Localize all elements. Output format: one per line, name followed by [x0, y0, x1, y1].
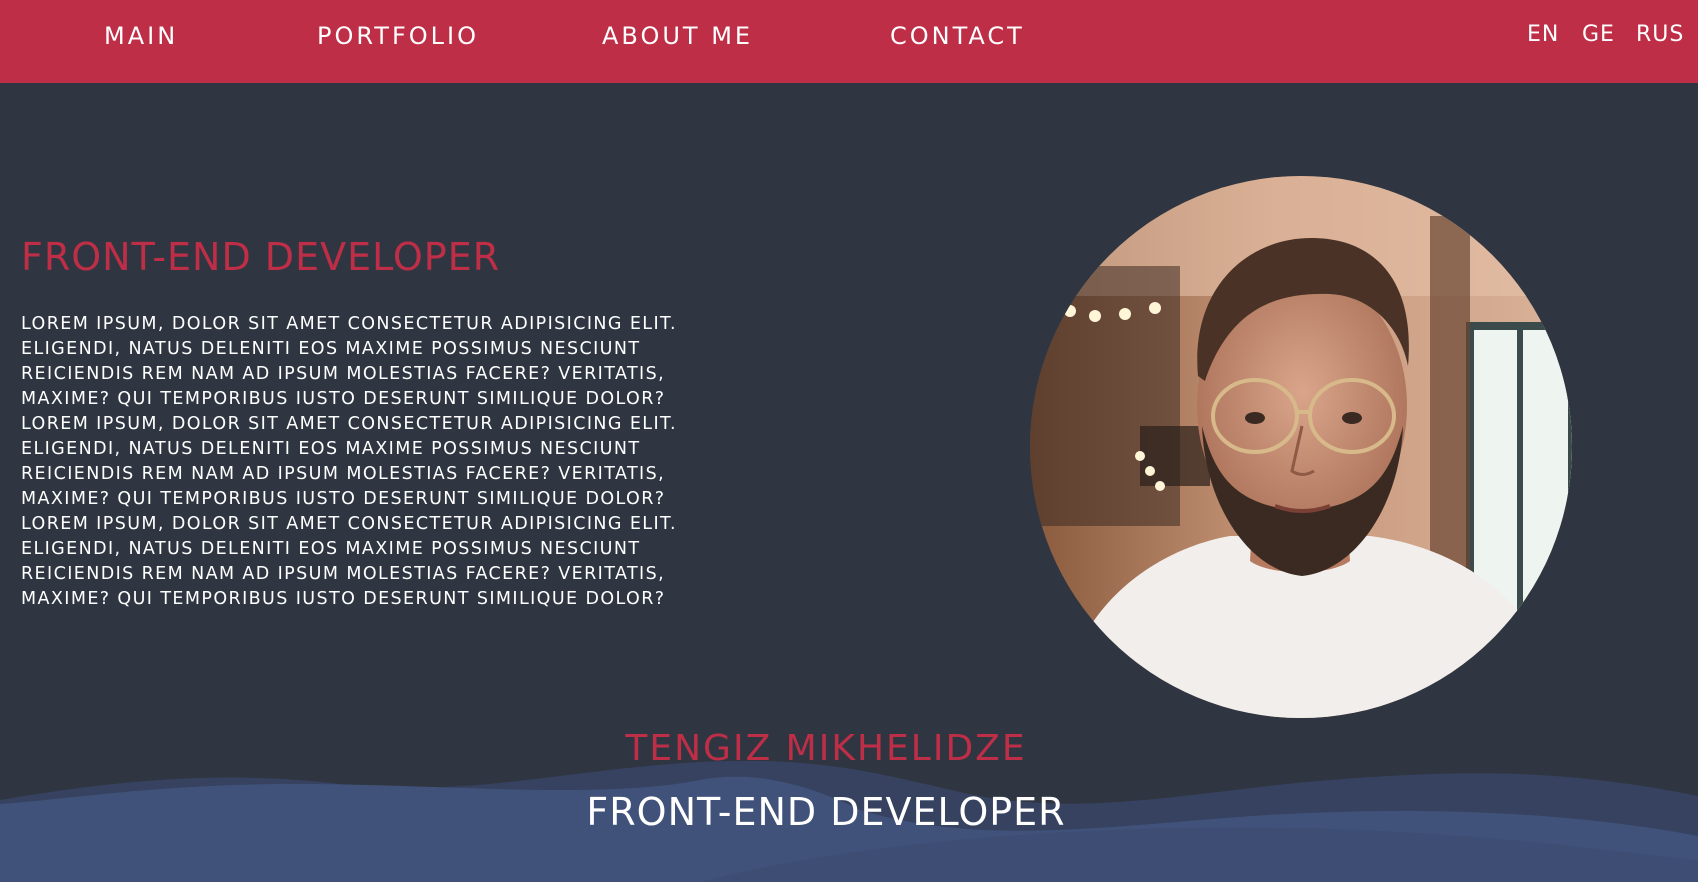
- hero-title: Front-End Developer: [21, 235, 501, 279]
- top-navbar: Main Portfolio About me Contact EN GE RU…: [0, 0, 1698, 83]
- nav-link-main[interactable]: Main: [104, 22, 178, 50]
- language-en[interactable]: EN: [1527, 22, 1559, 47]
- hero-description: Lorem ipsum, dolor sit amet consectetur …: [21, 314, 677, 609]
- footer-name: Tengiz Mikhelidze: [625, 728, 1027, 769]
- nav-link-about-me[interactable]: About me: [602, 22, 753, 50]
- nav-link-portfolio[interactable]: Portfolio: [317, 22, 479, 50]
- profile-photo: [1030, 176, 1572, 718]
- language-ge[interactable]: GE: [1582, 22, 1615, 47]
- footer-role: Front-End Developer: [586, 790, 1066, 834]
- nav-link-contact[interactable]: Contact: [890, 22, 1025, 50]
- language-rus[interactable]: RUS: [1636, 22, 1684, 47]
